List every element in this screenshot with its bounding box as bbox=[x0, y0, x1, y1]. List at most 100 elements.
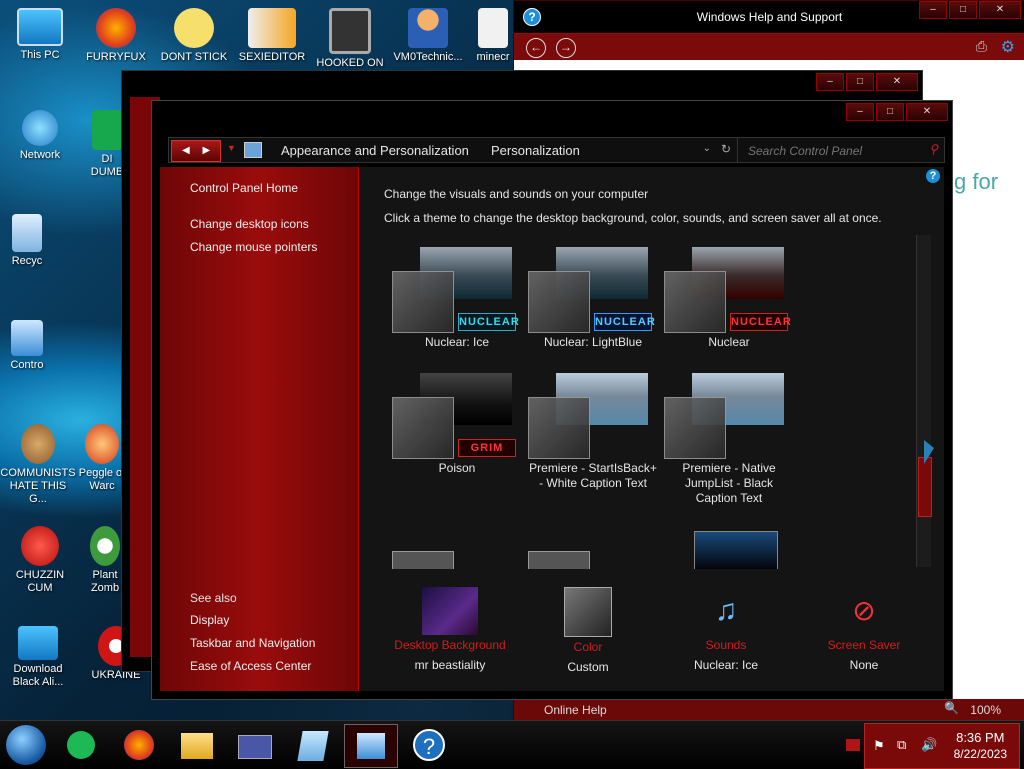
sounds-label: Sounds bbox=[705, 638, 747, 652]
help-window-controls: – □ ✕ bbox=[919, 1, 1021, 19]
online-help-label[interactable]: Online Help bbox=[544, 703, 607, 717]
taskbar-firefox[interactable] bbox=[112, 724, 166, 768]
theme-tile-partial[interactable] bbox=[664, 527, 794, 569]
theme-badge: NUCLEAR bbox=[594, 313, 655, 331]
content-area: ? Change the visuals and sounds on your … bbox=[360, 167, 944, 691]
taskbar-app-1[interactable] bbox=[54, 724, 108, 768]
theme-thumbnail bbox=[528, 373, 658, 461]
theme-tile[interactable]: NUCLEAR Nuclear bbox=[664, 247, 794, 350]
back-arrow-icon[interactable]: ← bbox=[526, 38, 546, 58]
volume-icon[interactable]: 🔊 bbox=[921, 737, 937, 753]
maximize-button[interactable]: □ bbox=[876, 103, 904, 121]
recent-pages-icon[interactable]: ▼ bbox=[227, 143, 236, 153]
sidebar-link-change-desktop-icons[interactable]: Change desktop icons bbox=[190, 217, 309, 231]
color-button[interactable]: Color Custom bbox=[528, 587, 648, 677]
flag-icon[interactable]: ⚑ bbox=[873, 738, 885, 754]
desktop-background-icon bbox=[422, 587, 478, 635]
background-window-titlebar[interactable]: – □ ✕ bbox=[122, 71, 922, 95]
minimize-button[interactable]: – bbox=[919, 1, 947, 19]
desktop-icon-network[interactable]: Network bbox=[2, 110, 78, 162]
page-subheading: Click a theme to change the desktop back… bbox=[384, 211, 882, 225]
desktop-icon-sexieditor[interactable]: SEXIEDITOR bbox=[234, 8, 310, 64]
desktop-icon-download[interactable]: Download Black Ali... bbox=[0, 626, 76, 689]
taskbar-app-4[interactable] bbox=[228, 724, 282, 768]
print-icon[interactable]: ⎙ bbox=[976, 38, 987, 55]
spotify-icon bbox=[67, 731, 95, 759]
back-arrow-icon[interactable]: ◀ bbox=[182, 145, 190, 156]
start-button[interactable] bbox=[6, 725, 46, 765]
forward-arrow-icon[interactable]: ▶ bbox=[202, 145, 210, 156]
breadcrumb-personalization[interactable]: Personalization bbox=[491, 143, 580, 158]
theme-tile[interactable]: Premiere - Native JumpList - Black Capti… bbox=[664, 373, 794, 506]
personalization-titlebar[interactable]: – □ ✕ bbox=[152, 101, 952, 123]
search-input[interactable] bbox=[746, 143, 925, 159]
theme-tile-partial[interactable] bbox=[528, 527, 658, 569]
desktop-icon-recycle[interactable]: Recyc bbox=[2, 214, 52, 268]
nav-arrows[interactable]: ◀ ▶ bbox=[171, 140, 221, 162]
refresh-icon[interactable]: ↻ bbox=[721, 142, 731, 156]
theme-tile[interactable]: NUCLEAR Nuclear: LightBlue bbox=[528, 247, 658, 350]
theme-tile[interactable]: NUCLEAR Nuclear: Ice bbox=[392, 247, 522, 350]
control-panel-icon bbox=[357, 733, 385, 759]
maximize-button[interactable]: □ bbox=[846, 73, 874, 91]
network-globe-icon bbox=[22, 110, 58, 146]
close-button[interactable]: ✕ bbox=[979, 1, 1021, 19]
search-box[interactable]: ⚲ bbox=[737, 137, 945, 163]
desktop-icon-dont-stick[interactable]: DONT STICK bbox=[156, 8, 232, 64]
scrollbar-thumb[interactable] bbox=[918, 457, 932, 517]
desktop-icon-furryfux[interactable]: FURRYFUX bbox=[78, 8, 154, 64]
see-also-ease-of-access[interactable]: Ease of Access Center bbox=[190, 659, 311, 673]
forward-arrow-icon[interactable]: → bbox=[556, 38, 576, 58]
desktop-icon-chuzzin[interactable]: CHUZZIN CUM bbox=[2, 526, 78, 595]
desktop-icon-this-pc[interactable]: This PC bbox=[2, 8, 78, 62]
taskbar-file-explorer[interactable] bbox=[170, 724, 224, 768]
see-also-display[interactable]: Display bbox=[190, 613, 229, 627]
theme-name: Nuclear bbox=[708, 335, 750, 349]
theme-list-scrollbar[interactable] bbox=[916, 235, 932, 567]
desktop-icon-vm0technic[interactable]: VM0Technic... bbox=[390, 8, 466, 64]
theme-tile-partial[interactable] bbox=[392, 527, 522, 569]
sidebar-link-control-panel-home[interactable]: Control Panel Home bbox=[190, 181, 298, 195]
show-hidden-icons-icon[interactable] bbox=[846, 739, 860, 751]
desktop-background-button[interactable]: Desktop Background mr beastiality bbox=[390, 587, 510, 675]
network-icon[interactable]: ⧉ bbox=[897, 737, 906, 753]
zoom-magnifier-icon: 🔍 bbox=[944, 701, 959, 715]
desktop-icon-control[interactable]: Contro bbox=[2, 320, 52, 372]
taskbar-control-panel[interactable] bbox=[344, 724, 398, 768]
see-also-taskbar-navigation[interactable]: Taskbar and Navigation bbox=[190, 636, 315, 650]
control-panel-icon bbox=[11, 320, 43, 356]
theme-tile[interactable]: GRIM Poison bbox=[392, 373, 522, 476]
minimize-button[interactable]: – bbox=[846, 103, 874, 121]
screen-saver-button[interactable]: ⊘ Screen Saver None bbox=[804, 587, 924, 675]
personalization-window[interactable]: – □ ✕ ◀ ▶ ▼ Appearance and Personalizati… bbox=[151, 100, 953, 700]
chuzzle-icon bbox=[21, 526, 59, 566]
taskbar-app-5[interactable] bbox=[286, 724, 340, 768]
breadcrumb-appearance[interactable]: Appearance and Personalization bbox=[281, 143, 469, 158]
help-question-icon[interactable]: ? bbox=[926, 169, 940, 183]
taskbar-help[interactable]: ? bbox=[402, 724, 456, 768]
desktop-icon-minecraft[interactable]: minecr bbox=[468, 8, 518, 64]
gear-icon[interactable]: ⚙ bbox=[1001, 37, 1015, 57]
personalization-window-controls: – □ ✕ bbox=[846, 103, 948, 121]
chevron-down-icon[interactable]: ⌄ bbox=[703, 143, 711, 154]
help-titlebar[interactable]: ? Windows Help and Support – □ ✕ bbox=[514, 1, 1024, 33]
search-icon[interactable]: ⚲ bbox=[929, 142, 938, 156]
desktop-icon-hooked-on[interactable]: HOOKED ON bbox=[312, 8, 388, 70]
desktop-icon-communists[interactable]: COMMUNISTS HATE THIS G... bbox=[0, 424, 76, 506]
close-button[interactable]: ✕ bbox=[876, 73, 918, 91]
color-swatch-icon bbox=[564, 587, 612, 637]
minimize-button[interactable]: – bbox=[816, 73, 844, 91]
java-icon bbox=[478, 8, 508, 48]
theme-tile[interactable]: Premiere - StartIsBack+ - White Caption … bbox=[528, 373, 658, 491]
theme-name: Premiere - StartIsBack+ - White Caption … bbox=[529, 461, 657, 490]
no-screensaver-icon: ⊘ bbox=[852, 595, 876, 626]
clock[interactable]: 8:36 PM 8/22/2023 bbox=[954, 730, 1007, 762]
sidebar-link-change-mouse-pointers[interactable]: Change mouse pointers bbox=[190, 240, 317, 254]
sounds-button[interactable]: ♫ Sounds Nuclear: Ice bbox=[666, 587, 786, 675]
zoom-level[interactable]: 100% bbox=[970, 703, 1001, 717]
maximize-button[interactable]: □ bbox=[949, 1, 977, 19]
address-bar[interactable]: ◀ ▶ ▼ Appearance and Personalization Per… bbox=[168, 137, 740, 163]
close-button[interactable]: ✕ bbox=[906, 103, 948, 121]
color-value: Custom bbox=[567, 660, 609, 674]
desktop-background-label: Desktop Background bbox=[394, 638, 506, 652]
